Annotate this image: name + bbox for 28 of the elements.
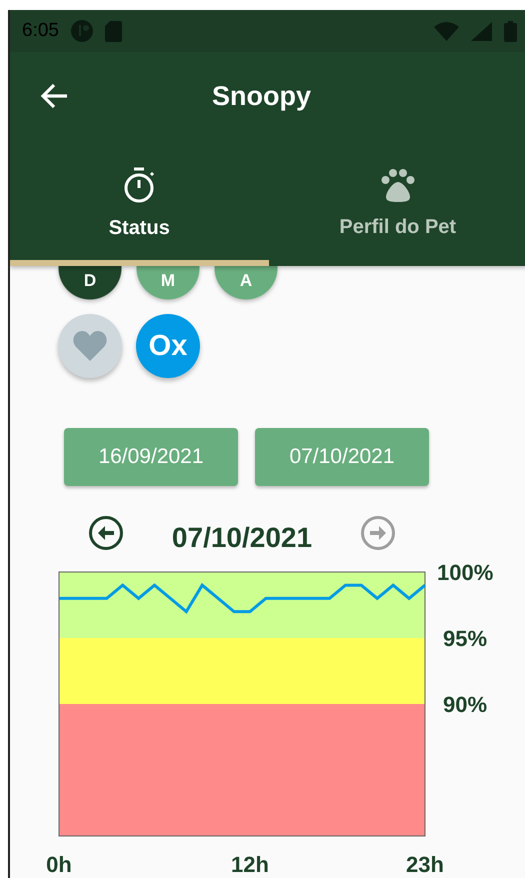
oxygen-button[interactable]: Ox <box>136 314 200 378</box>
sd-card-icon <box>104 20 122 42</box>
back-button[interactable] <box>40 83 68 109</box>
x-axis-label: 12h <box>231 852 269 877</box>
previous-day-button[interactable] <box>88 515 124 551</box>
current-date: 07/10/2021 <box>170 521 314 554</box>
signal-icon <box>471 22 492 40</box>
app-status-icon <box>70 20 93 42</box>
date-button[interactable]: 16/09/2021 <box>64 428 238 486</box>
y-axis-label: 100% <box>437 560 494 585</box>
period-button[interactable]: M <box>136 266 200 300</box>
page-title: Snoopy <box>211 80 312 112</box>
stopwatch-icon <box>123 167 156 203</box>
x-axis-label: 23h <box>406 852 444 877</box>
battery-icon <box>504 20 517 42</box>
period-button[interactable]: D <box>58 266 122 300</box>
period-button[interactable]: A <box>214 266 278 300</box>
x-axis-label: 0h <box>46 852 72 877</box>
date-button[interactable]: 07/10/2021 <box>255 428 429 486</box>
back-arrow-icon <box>40 83 68 109</box>
wifi-icon <box>434 22 459 40</box>
status-time: 6:05 <box>22 20 59 42</box>
y-axis-label: 90% <box>443 692 488 717</box>
tab[interactable]: Status <box>10 140 268 266</box>
heart-icon <box>73 331 107 361</box>
tab[interactable]: Perfil do Pet <box>268 140 525 266</box>
paw-icon <box>380 168 415 202</box>
y-axis-label: 95% <box>443 626 488 651</box>
